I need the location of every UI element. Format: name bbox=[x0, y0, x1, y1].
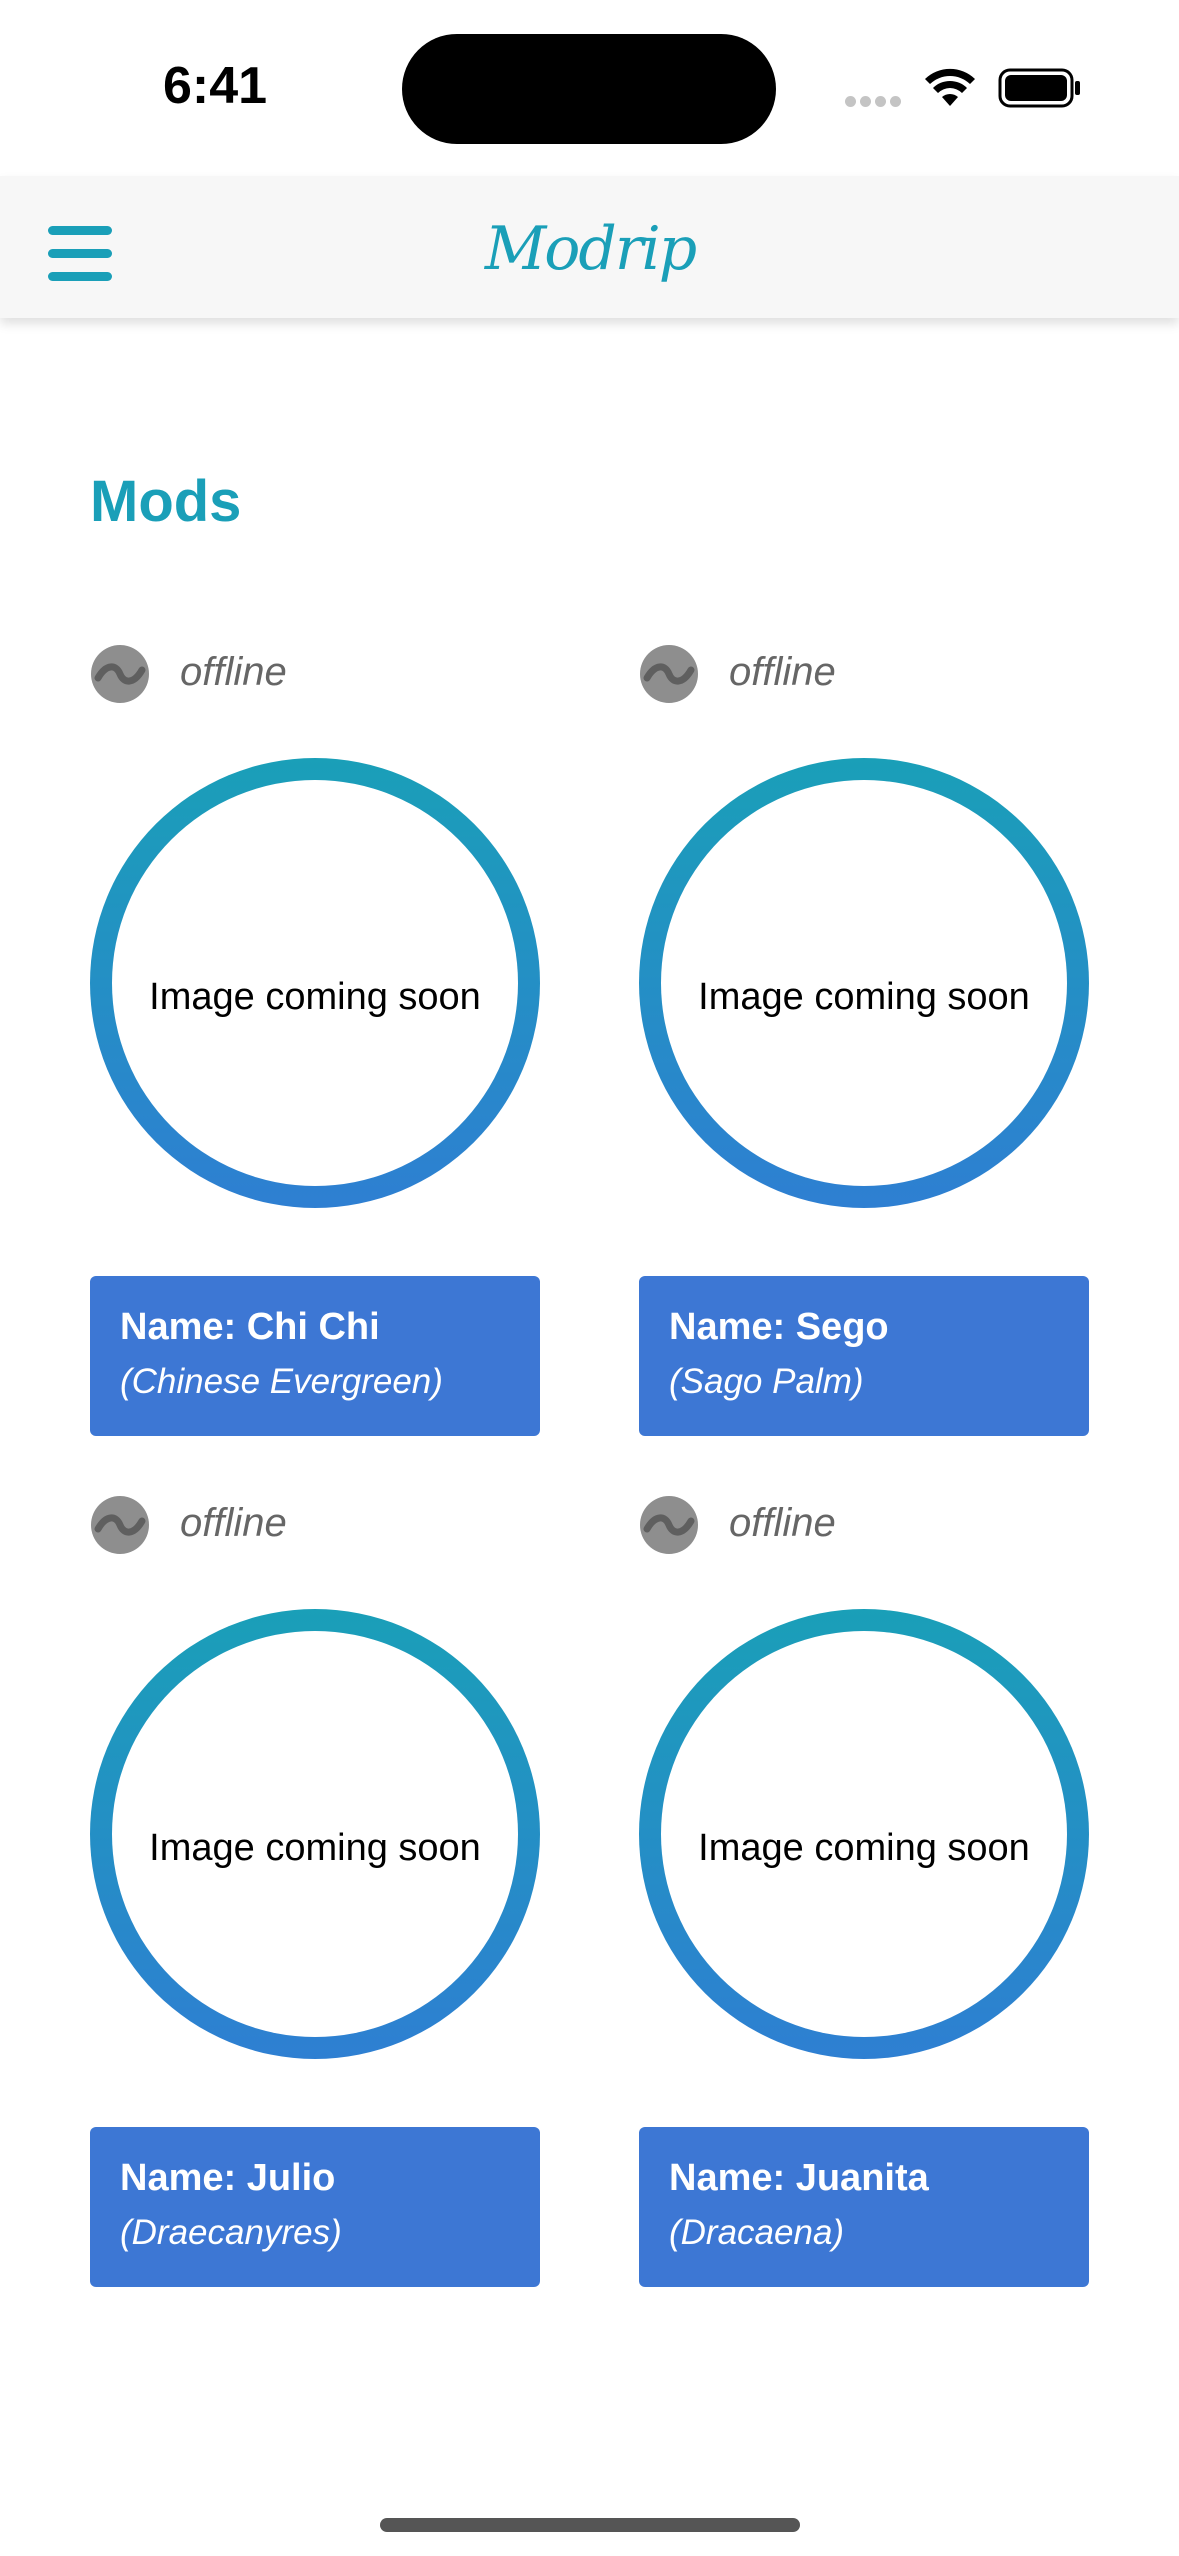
dynamic-island bbox=[402, 34, 776, 144]
mod-card: offline Image coming soon Name: Juanita … bbox=[639, 1491, 1089, 2301]
image-placeholder-text: Image coming soon bbox=[149, 1827, 481, 1869]
page-title: Mods bbox=[90, 469, 242, 534]
mod-species: (Draecanyres) bbox=[120, 2213, 342, 2252]
mod-name-card[interactable]: Name: Julio (Draecanyres) bbox=[90, 2127, 540, 2287]
mod-status-row: offline bbox=[639, 1491, 1089, 1557]
mod-name: Name: Julio bbox=[120, 2157, 336, 2199]
mod-name-card[interactable]: Name: Sego (Sago Palm) bbox=[639, 1276, 1089, 1436]
cellular-signal-icon bbox=[845, 94, 905, 107]
mod-card: offline Image coming soon Name: Julio (D… bbox=[90, 1491, 540, 2301]
mod-card: offline Image coming soon Name: Chi Chi … bbox=[90, 640, 540, 1450]
mod-species: (Sago Palm) bbox=[669, 1362, 864, 1401]
mod-name: Name: Juanita bbox=[669, 2157, 929, 2199]
mod-image-frame[interactable]: Image coming soon bbox=[90, 758, 540, 1208]
offline-status-icon bbox=[640, 645, 698, 703]
mod-name: Name: Chi Chi bbox=[120, 1306, 380, 1348]
status-bar: 6:41 bbox=[0, 0, 1179, 176]
mod-name-card[interactable]: Name: Juanita (Dracaena) bbox=[639, 2127, 1089, 2287]
mod-species: (Dracaena) bbox=[669, 2213, 845, 2252]
mod-card: offline Image coming soon Name: Sego (Sa… bbox=[639, 640, 1089, 1450]
image-placeholder-text: Image coming soon bbox=[698, 1827, 1030, 1869]
mod-image-frame[interactable]: Image coming soon bbox=[639, 1609, 1089, 2059]
hamburger-menu-icon[interactable] bbox=[48, 226, 114, 282]
status-time: 6:41 bbox=[162, 57, 268, 115]
mod-status-text: offline bbox=[729, 650, 836, 694]
mod-name-card[interactable]: Name: Chi Chi (Chinese Evergreen) bbox=[90, 1276, 540, 1436]
mod-status-row: offline bbox=[639, 640, 1089, 706]
mod-species: (Chinese Evergreen) bbox=[120, 1362, 443, 1401]
home-indicator[interactable] bbox=[380, 2518, 800, 2532]
mod-name: Name: Sego bbox=[669, 1306, 889, 1348]
mod-status-text: offline bbox=[180, 1501, 287, 1545]
battery-icon bbox=[998, 68, 1080, 108]
mod-status-text: offline bbox=[180, 650, 287, 694]
mod-status-text: offline bbox=[729, 1501, 836, 1545]
brand-logo[interactable]: Modrip bbox=[470, 204, 710, 294]
offline-status-icon bbox=[91, 645, 149, 703]
mod-status-row: offline bbox=[90, 1491, 540, 1557]
app-header: Modrip bbox=[0, 176, 1179, 318]
image-placeholder-text: Image coming soon bbox=[698, 976, 1030, 1018]
wifi-icon bbox=[925, 68, 975, 106]
offline-status-icon bbox=[640, 1496, 698, 1554]
mod-status-row: offline bbox=[90, 640, 540, 706]
offline-status-icon bbox=[91, 1496, 149, 1554]
image-placeholder-text: Image coming soon bbox=[149, 976, 481, 1018]
mod-image-frame[interactable]: Image coming soon bbox=[639, 758, 1089, 1208]
mod-image-frame[interactable]: Image coming soon bbox=[90, 1609, 540, 2059]
